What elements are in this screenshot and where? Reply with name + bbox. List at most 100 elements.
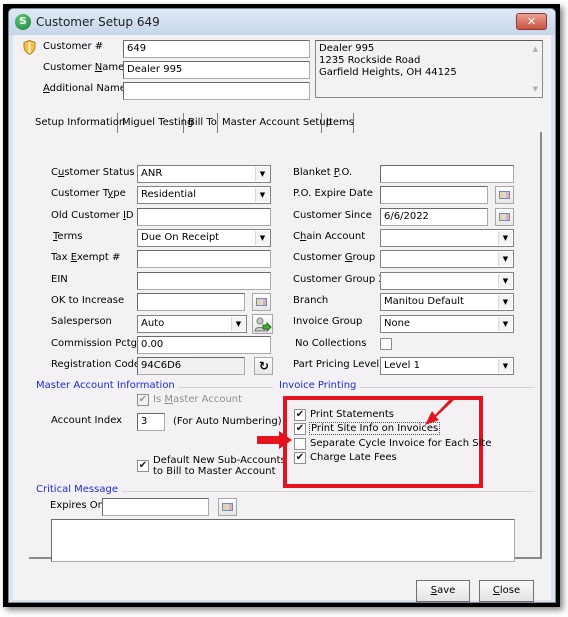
old-customer-id-field[interactable]	[137, 208, 271, 226]
invoice-group-value: None	[384, 318, 411, 329]
registration-code-field: 94C6D6	[137, 357, 245, 375]
calendar-icon	[499, 213, 510, 221]
invoice-group-label: Invoice Group	[293, 316, 363, 327]
is-master-account-label: Is Master Account	[153, 394, 243, 405]
print-statements-label: Print Statements	[310, 409, 395, 420]
customer-status-label: Customer Status	[51, 167, 135, 178]
chevron-down-icon[interactable]: ▼	[498, 359, 512, 373]
customer-name-field[interactable]: Dealer 995	[123, 61, 310, 79]
tab-setup-information[interactable]: Setup Information	[31, 113, 125, 133]
close-window-button[interactable]: ✕	[516, 13, 547, 30]
branch-label: Branch	[293, 295, 329, 306]
is-master-account-checkbox: ✔	[137, 394, 149, 406]
default-sub-accounts-label-line: to Bill to Master Account	[153, 466, 276, 477]
additional-name-label: Additional Name	[43, 83, 126, 94]
expires-on-field[interactable]	[102, 498, 209, 516]
customer-status-select[interactable]: ANR ▼	[137, 165, 271, 183]
print-statements-checkbox[interactable]: ✔	[294, 409, 306, 421]
customer-type-select[interactable]: Residential ▼	[137, 186, 271, 204]
auto-numbering-note: (For Auto Numbering)	[173, 416, 282, 427]
account-index-field[interactable]: 3	[137, 413, 165, 431]
blanket-po-label: Blanket P.O.	[293, 167, 353, 178]
critical-message-textarea[interactable]	[51, 519, 515, 562]
account-index-label: Account Index	[51, 415, 123, 426]
tab-miguel-testing[interactable]: Miguel Testing	[118, 113, 193, 133]
tab-items[interactable]: Items	[322, 113, 354, 133]
chevron-down-icon[interactable]: ▼	[255, 231, 269, 245]
customer-since-calendar-button[interactable]	[495, 208, 514, 226]
no-collections-label: No Collections	[295, 338, 367, 349]
chain-account-select[interactable]: ▼	[380, 229, 514, 247]
branch-select[interactable]: Manitou Default ▼	[380, 293, 514, 311]
expires-on-calendar-button[interactable]	[218, 498, 237, 516]
additional-name-field[interactable]	[123, 82, 310, 100]
window-title: Customer Setup 649	[36, 15, 160, 29]
close-button[interactable]: Close	[479, 580, 534, 602]
red-arrow-icon	[257, 431, 292, 449]
print-site-info-checkbox[interactable]: ✔	[294, 423, 306, 435]
tax-exempt-label: Tax Exempt #	[51, 252, 121, 263]
customer-group-2-label: Customer Group 2	[293, 274, 385, 285]
tab-bill-to[interactable]: Bill To	[184, 113, 218, 133]
chain-account-label: Chain Account	[293, 231, 366, 242]
chevron-down-icon[interactable]: ▼	[255, 167, 269, 181]
shield-icon	[23, 40, 36, 55]
salesperson-label: Salesperson	[51, 316, 112, 327]
chevron-down-icon[interactable]: ▼	[498, 231, 512, 245]
chevron-down-icon[interactable]: ▼	[498, 274, 512, 288]
part-pricing-level-select[interactable]: Level 1 ▼	[380, 357, 514, 375]
po-expire-calendar-button[interactable]	[495, 186, 514, 204]
customer-type-value: Residential	[141, 189, 197, 200]
calendar-icon	[222, 503, 233, 511]
default-sub-accounts-label: Default New Sub-Accounts to Bill to Mast…	[153, 455, 286, 477]
branch-value: Manitou Default	[384, 296, 464, 307]
salesperson-lookup-button[interactable]	[252, 314, 273, 334]
no-collections-checkbox[interactable]	[380, 338, 392, 350]
tax-exempt-field[interactable]	[137, 250, 271, 268]
critical-message-group-title: Critical Message	[36, 484, 122, 495]
chevron-down-icon[interactable]: ▼	[498, 252, 512, 266]
charge-late-fees-checkbox[interactable]: ✔	[294, 452, 306, 464]
chevron-down-icon[interactable]: ▼	[231, 317, 245, 331]
master-account-group-title: Master Account Information	[36, 380, 179, 391]
blanket-po-field[interactable]	[380, 165, 514, 183]
ok-to-increase-label: OK to Increase	[51, 295, 125, 306]
default-sub-accounts-checkbox[interactable]: ✔	[137, 460, 149, 472]
customer-since-field[interactable]: 6/6/2022	[380, 208, 488, 226]
address-line: Garfield Heights, OH 44125	[319, 67, 457, 78]
ein-field[interactable]	[137, 272, 271, 290]
title-bar[interactable]: S Customer Setup 649 ✕	[9, 9, 555, 35]
customer-group-label: Customer Group	[293, 252, 376, 263]
dialog-body: Customer # 649 Customer Name Dealer 995 …	[13, 35, 551, 602]
scroll-down-icon[interactable]: ▼	[533, 83, 538, 95]
customer-status-value: ANR	[141, 168, 163, 179]
salesperson-select[interactable]: Auto ▼	[137, 315, 247, 333]
customer-number-field[interactable]: 649	[123, 40, 310, 58]
customer-setup-window: S Customer Setup 649 ✕ Customer # 649 Cu…	[8, 8, 556, 603]
refresh-registration-button[interactable]: ↻	[254, 357, 273, 375]
chevron-down-icon[interactable]: ▼	[498, 295, 512, 309]
customer-group-2-select[interactable]: ▼	[380, 272, 514, 290]
separate-cycle-invoice-checkbox[interactable]	[294, 438, 306, 450]
close-icon: ✕	[526, 15, 537, 28]
address-box[interactable]: Dealer 995 1235 Rockside Road Garfield H…	[315, 40, 543, 98]
address-line: 1235 Rockside Road	[319, 55, 421, 66]
ok-to-increase-field[interactable]	[137, 293, 245, 311]
registration-code-label: Registration Code	[51, 359, 141, 370]
scroll-up-icon[interactable]: ▲	[533, 43, 538, 55]
ok-to-increase-calendar-button[interactable]	[252, 293, 271, 311]
calendar-icon	[499, 191, 510, 199]
ein-label: EIN	[51, 274, 68, 285]
tab-master-account-setup[interactable]: Master Account Setup	[218, 113, 332, 133]
address-line: Dealer 995	[319, 43, 375, 54]
customer-group-select[interactable]: ▼	[380, 250, 514, 268]
customer-since-label: Customer Since	[293, 210, 372, 221]
save-button[interactable]: Save	[416, 580, 470, 602]
chevron-down-icon[interactable]: ▼	[498, 317, 512, 331]
terms-value: Due On Receipt	[141, 232, 220, 243]
terms-select[interactable]: Due On Receipt ▼	[137, 229, 271, 247]
commission-pctg-field[interactable]: 0.00	[137, 336, 271, 354]
chevron-down-icon[interactable]: ▼	[255, 188, 269, 202]
invoice-group-select[interactable]: None ▼	[380, 315, 514, 333]
po-expire-date-field[interactable]	[380, 186, 488, 204]
